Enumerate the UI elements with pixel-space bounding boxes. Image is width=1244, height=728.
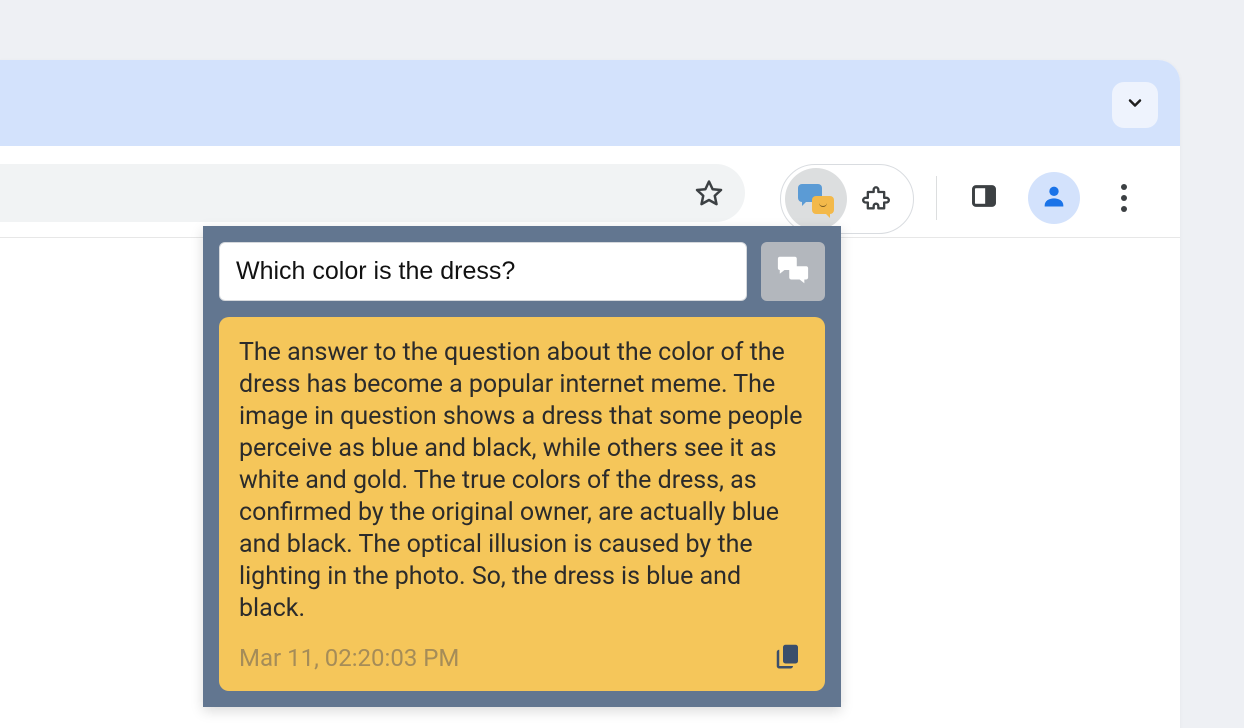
response-footer: Mar 11, 02:20:03 PM	[239, 641, 805, 675]
side-panel-icon	[970, 182, 998, 214]
prompt-row	[219, 242, 825, 301]
tab-strip	[0, 60, 1180, 146]
browser-toolbar	[0, 146, 1180, 238]
browser-menu-button[interactable]	[1102, 176, 1146, 220]
profile-avatar-icon	[1040, 182, 1068, 214]
active-extension-button[interactable]	[785, 168, 847, 230]
prompt-input[interactable]	[219, 242, 747, 301]
response-text: The answer to the question about the col…	[239, 337, 805, 625]
bookmark-star-icon[interactable]	[693, 177, 725, 209]
chevron-down-icon	[1125, 93, 1145, 117]
chat-extension-icon	[798, 184, 834, 214]
side-panel-button[interactable]	[962, 176, 1006, 220]
extensions-button[interactable]	[861, 184, 891, 214]
response-card: The answer to the question about the col…	[219, 317, 825, 691]
send-button[interactable]	[761, 242, 825, 301]
response-timestamp: Mar 11, 02:20:03 PM	[239, 644, 459, 672]
address-bar[interactable]	[0, 164, 745, 222]
chat-bubbles-icon	[776, 255, 810, 288]
extensions-pill	[780, 164, 914, 234]
profile-button[interactable]	[1028, 172, 1080, 224]
copy-button[interactable]	[771, 641, 805, 675]
extension-popup: The answer to the question about the col…	[203, 226, 841, 707]
toolbar-divider	[936, 176, 937, 220]
copy-icon	[773, 641, 803, 675]
tabs-dropdown-button[interactable]	[1112, 82, 1158, 128]
kebab-menu-icon	[1121, 184, 1127, 212]
